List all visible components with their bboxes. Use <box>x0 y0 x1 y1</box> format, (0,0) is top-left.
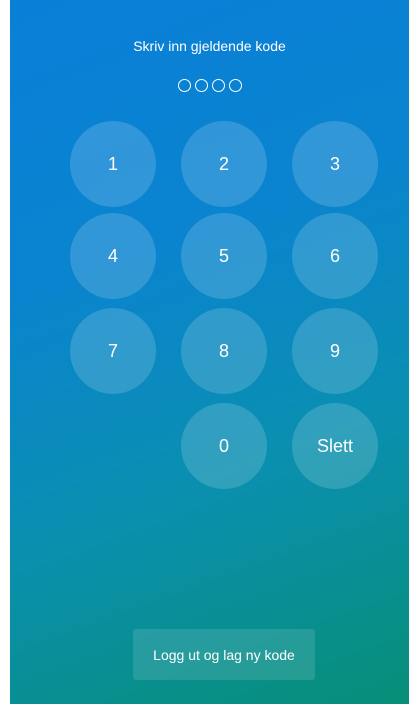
pin-prompt: Skriv inn gjeldende kode <box>133 38 286 54</box>
key-8-button[interactable]: 8 <box>181 308 267 394</box>
pin-dot-1 <box>177 79 191 92</box>
pin-dot-2 <box>194 79 208 92</box>
key-6-button[interactable]: 6 <box>292 213 378 299</box>
key-9-button[interactable]: 9 <box>292 308 378 394</box>
key-0-button[interactable]: 0 <box>181 403 267 489</box>
pin-dot-4 <box>228 79 242 92</box>
key-2-button[interactable]: 2 <box>181 121 267 207</box>
key-3-button[interactable]: 3 <box>292 121 378 207</box>
key-4-button[interactable]: 4 <box>70 213 156 299</box>
pin-indicator <box>10 79 409 92</box>
key-7-button[interactable]: 7 <box>70 308 156 394</box>
key-1-button[interactable]: 1 <box>70 121 156 207</box>
delete-button[interactable]: Slett <box>292 403 378 489</box>
key-5-button[interactable]: 5 <box>181 213 267 299</box>
pin-dot-3 <box>211 79 225 92</box>
logout-new-code-button[interactable]: Logg ut og lag ny kode <box>133 629 315 680</box>
pin-screen: Skriv inn gjeldende kode 1 2 3 4 5 6 7 8… <box>10 0 409 704</box>
